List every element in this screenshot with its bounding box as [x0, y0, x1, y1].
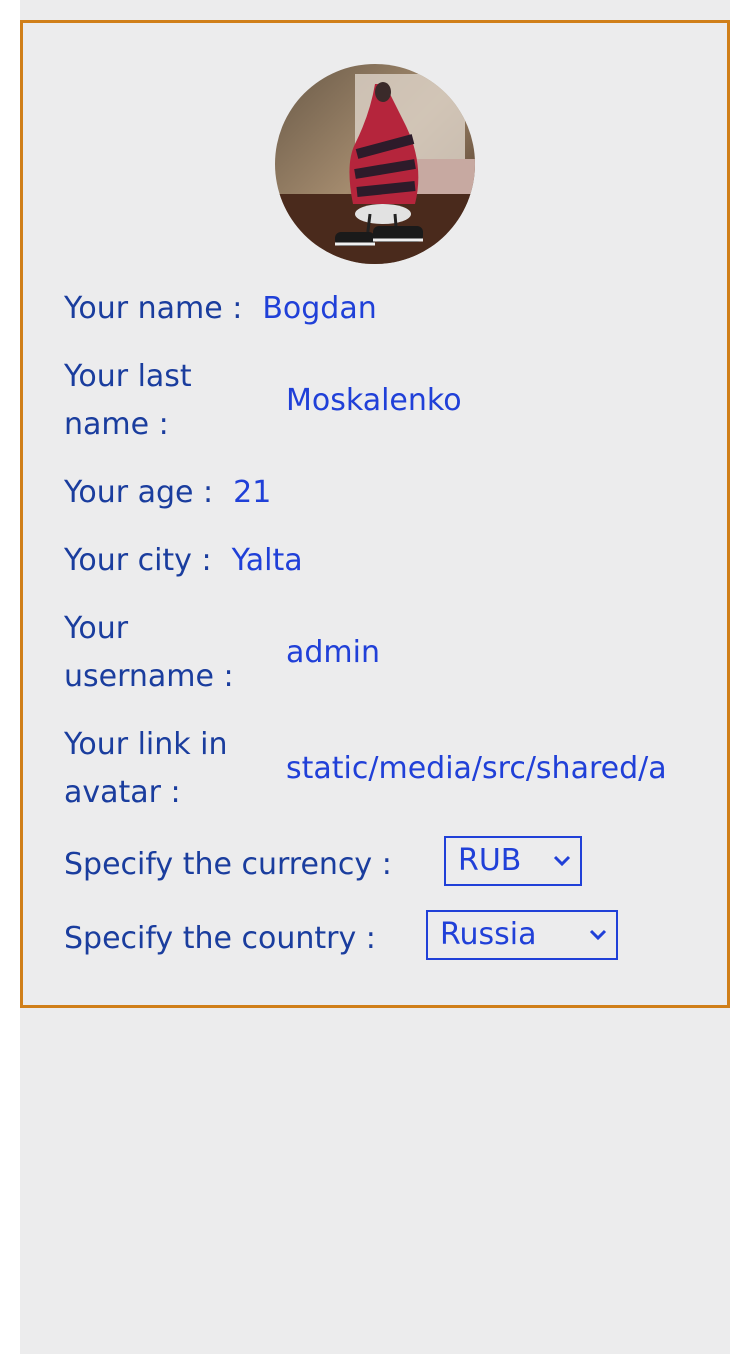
city-row: Your city : Yalta: [64, 537, 303, 585]
avatar: [275, 64, 475, 264]
city-label: Your city :: [64, 543, 212, 578]
avatar-link-row: Your link in avatar : static/media/src/s…: [64, 721, 684, 817]
age-label: Your age :: [64, 475, 214, 510]
currency-selected-value: RUB: [458, 843, 522, 878]
last-name-value: Moskalenko: [286, 383, 462, 418]
avatar-photo-icon: [275, 64, 475, 264]
last-name-row: Your last name : Moskalenko: [64, 353, 684, 449]
profile-card: Your name : Bogdan Your last name : Moska…: [20, 20, 730, 1008]
username-label: Your username :: [64, 605, 264, 701]
username-value: admin: [286, 635, 380, 670]
name-row: Your name : Bogdan: [64, 285, 377, 333]
last-name-label-line2: name :: [64, 407, 169, 442]
chevron-down-icon: [552, 838, 572, 884]
name-label: Your name :: [64, 291, 243, 326]
last-name-label-line1: Your last: [64, 359, 192, 394]
country-selected-value: Russia: [440, 917, 537, 952]
avatar-link-label-line2: avatar :: [64, 775, 181, 810]
username-row: Your username : admin: [64, 605, 684, 701]
last-name-label: Your last name :: [64, 353, 264, 449]
age-value: 21: [233, 475, 272, 510]
age-row: Your age : 21: [64, 469, 271, 517]
username-label-line2: username :: [64, 659, 234, 694]
country-select[interactable]: Russia: [426, 910, 618, 960]
city-value: Yalta: [231, 543, 303, 578]
avatar-link-value: static/media/src/shared/a: [286, 751, 667, 786]
avatar-link-label-line1: Your link in: [64, 727, 228, 762]
avatar-link-label: Your link in avatar :: [64, 721, 264, 817]
name-value: Bogdan: [262, 291, 377, 326]
username-label-line1: Your: [64, 611, 129, 646]
currency-select[interactable]: RUB: [444, 836, 582, 886]
currency-label: Specify the currency :: [64, 847, 392, 882]
country-label: Specify the country :: [64, 921, 376, 956]
chevron-down-icon: [588, 912, 608, 958]
currency-row: Specify the currency :: [64, 841, 392, 889]
country-row: Specify the country :: [64, 915, 376, 963]
